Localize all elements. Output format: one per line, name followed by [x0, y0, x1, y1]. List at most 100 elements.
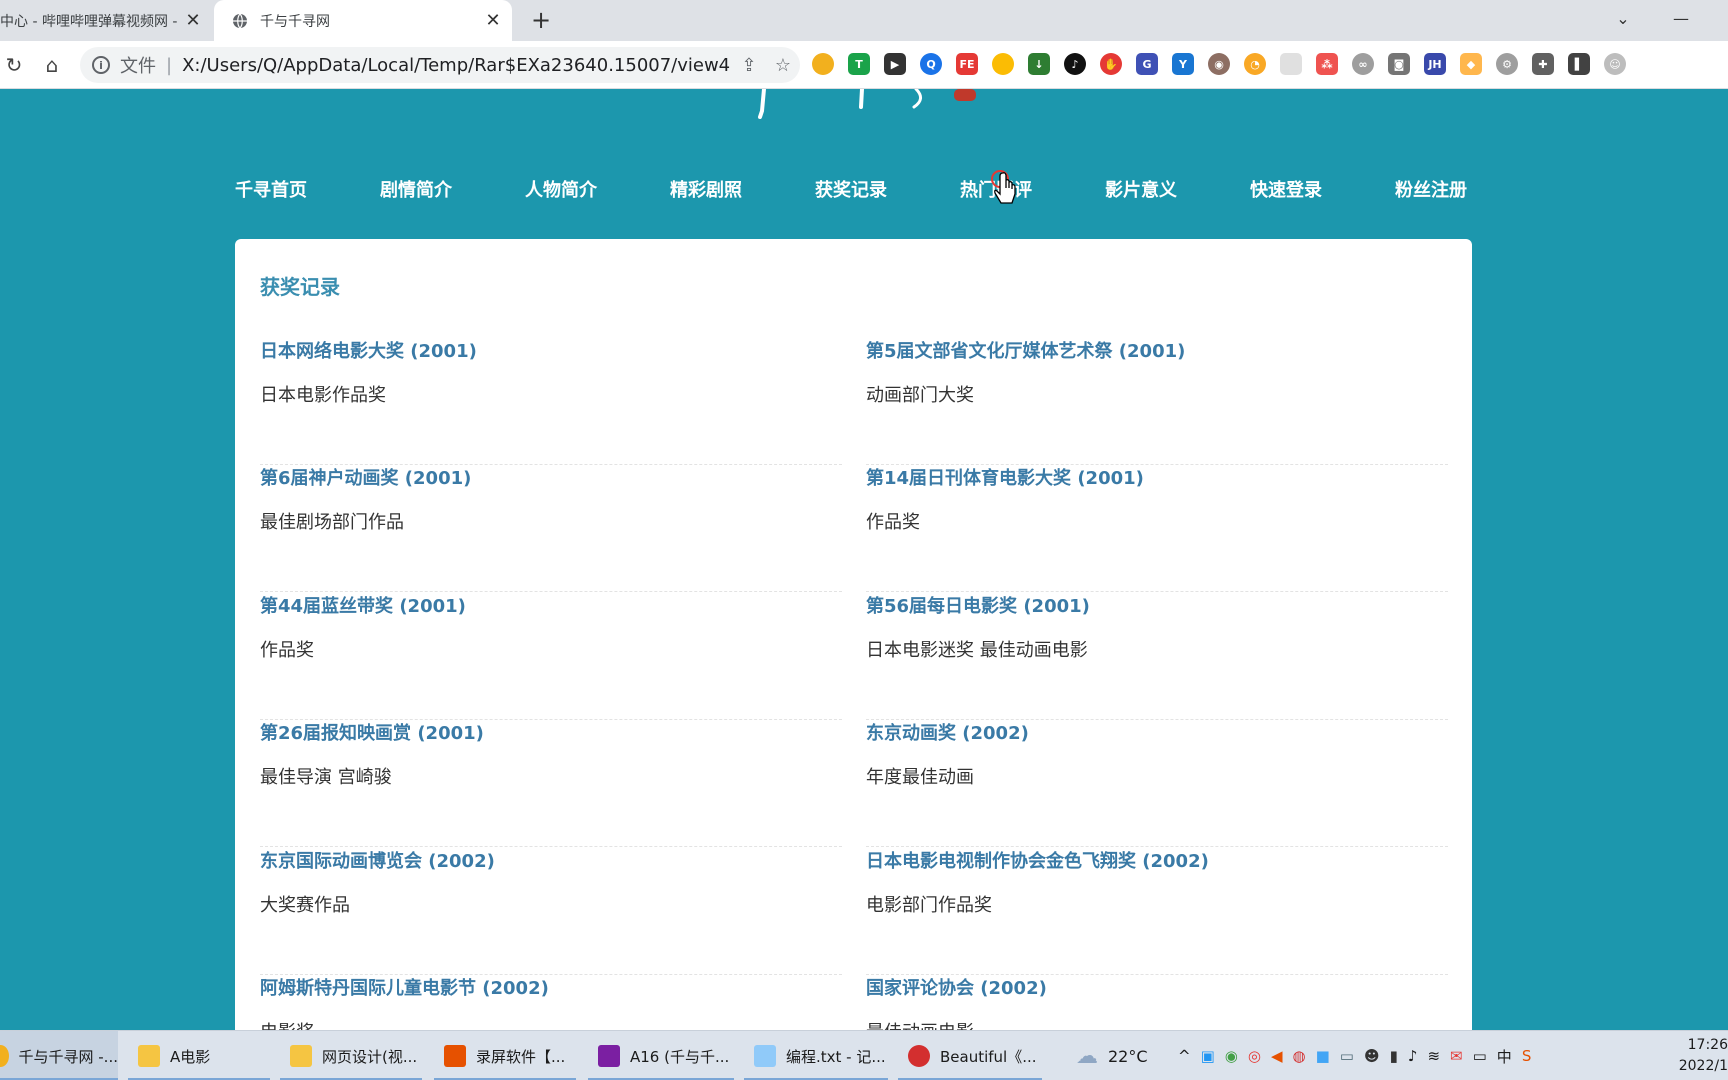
task-chrome[interactable]: 千与千寻网 -...: [0, 1031, 118, 1080]
extension-fe-icon[interactable]: FE: [956, 53, 978, 75]
extension-link-icon[interactable]: ∞: [1352, 53, 1374, 75]
task-recorder[interactable]: 录屏软件【...: [434, 1031, 576, 1080]
extension-blank-icon[interactable]: [1280, 53, 1302, 75]
award-category: 最佳剧场部门作品: [260, 512, 404, 533]
recorder-icon: [444, 1045, 466, 1067]
reload-icon[interactable]: ↻: [0, 51, 28, 79]
extension-download-icon[interactable]: ↓: [1028, 53, 1050, 75]
nav-home[interactable]: 千寻首页: [235, 176, 307, 202]
award-name[interactable]: 东京国际动画博览会 (2002): [260, 847, 495, 873]
nav-awards[interactable]: 获奖记录: [815, 176, 887, 202]
tab-bilibili[interactable]: 中心 - 哔哩哔哩弹幕视频网 - ✕: [0, 0, 212, 41]
task-winrar[interactable]: A16 (千与千...: [588, 1031, 734, 1080]
weather-temp: 22°C: [1108, 1046, 1148, 1066]
task-netease-music[interactable]: Beautiful《...: [898, 1031, 1042, 1080]
address-url[interactable]: X:/Users/Q/AppData/Local/Temp/Rar$EXa236…: [182, 55, 732, 76]
award-name[interactable]: 日本网络电影大奖 (2001): [260, 337, 477, 363]
record-icon[interactable]: ◎: [1248, 1047, 1261, 1065]
share-icon[interactable]: ⇪: [732, 55, 766, 76]
award-name[interactable]: 第44届蓝丝带奖 (2001): [260, 592, 466, 618]
ime-indicator[interactable]: 中: [1497, 1046, 1512, 1067]
avatar[interactable]: ☺: [1604, 53, 1626, 75]
extension-g-icon[interactable]: G: [1136, 53, 1158, 75]
extension-search-icon[interactable]: Q: [920, 53, 942, 75]
award-name[interactable]: 国家评论协会 (2002): [866, 974, 1047, 1000]
award-category: 作品奖: [260, 640, 314, 661]
award-name[interactable]: 第14届日刊体育电影大奖 (2001): [866, 464, 1144, 490]
new-tab-button[interactable]: +: [528, 8, 554, 34]
wifi-icon[interactable]: ≋: [1427, 1047, 1440, 1065]
nav-register[interactable]: 粉丝注册: [1395, 176, 1467, 202]
address-bar[interactable]: i 文件 | X:/Users/Q/AppData/Local/Temp/Rar…: [80, 47, 800, 83]
tab-search-icon[interactable]: ⌄: [1608, 6, 1638, 32]
tray-blue-icon[interactable]: ■: [1316, 1047, 1330, 1065]
clock-time: 17:26: [1687, 1037, 1728, 1053]
tray-red-icon[interactable]: ✉: [1450, 1047, 1463, 1065]
bookmark-star-icon[interactable]: ☆: [766, 55, 800, 76]
extension-gear-icon[interactable]: ⚙: [1496, 53, 1518, 75]
extension-shield-icon[interactable]: T: [848, 53, 870, 75]
extension-yellow-icon[interactable]: ◔: [1244, 53, 1266, 75]
extension-tiktok-icon[interactable]: ♪: [1064, 53, 1086, 75]
award-name[interactable]: 第5届文部省文化厅媒体艺术祭 (2001): [866, 337, 1185, 363]
browser-tab-bar: 中心 - 哔哩哔哩弹幕视频网 - ✕ 千与千寻网 ✕ + ⌄ —: [0, 0, 1728, 41]
close-icon[interactable]: ✕: [482, 10, 504, 32]
volume-icon[interactable]: ♪: [1408, 1047, 1418, 1065]
task-folder-a-movie[interactable]: A电影: [128, 1031, 270, 1080]
award-item: 第26届报知映画赏 (2001) 最佳导演 宫崎骏: [260, 719, 842, 847]
award-item: 第6届神户动画奖 (2001) 最佳剧场部门作品: [260, 464, 842, 592]
award-name[interactable]: 东京动画奖 (2002): [866, 719, 1029, 745]
award-name[interactable]: 日本电影电视制作协会金色飞翔奖 (2002): [866, 847, 1209, 873]
battery-icon[interactable]: ▭: [1473, 1047, 1487, 1065]
cloud-icon: ☁: [1076, 1043, 1098, 1069]
clock[interactable]: 17:26 2022/1: [1668, 1035, 1728, 1077]
wechat-icon[interactable]: ◉: [1225, 1047, 1238, 1065]
address-separator: |: [166, 54, 173, 76]
chrome-icon: [0, 1045, 9, 1067]
qq-icon[interactable]: ☻: [1364, 1047, 1380, 1065]
home-icon[interactable]: ⌂: [38, 51, 66, 79]
award-category: 最佳导演 宫崎骏: [260, 767, 392, 788]
site-logo: [758, 89, 976, 119]
netease-tray-icon[interactable]: ◍: [1293, 1047, 1306, 1065]
clock-date: 2022/1: [1678, 1058, 1728, 1074]
extension-circle-icon[interactable]: [992, 53, 1014, 75]
nav-login[interactable]: 快速登录: [1250, 176, 1322, 202]
award-item: 第56届每日电影奖 (2001) 日本电影迷奖 最佳动画电影: [866, 592, 1448, 720]
extension-orange-icon[interactable]: ◆: [1460, 53, 1482, 75]
side-panel-icon[interactable]: ▌: [1568, 53, 1590, 75]
extension-y-icon[interactable]: Y: [1172, 53, 1194, 75]
task-folder-web-design[interactable]: 网页设计(视...: [280, 1031, 422, 1080]
extension-chrome-icon[interactable]: [812, 53, 834, 75]
tray-monitor-icon[interactable]: ▭: [1340, 1047, 1354, 1065]
extension-tree-icon[interactable]: ⁂: [1316, 53, 1338, 75]
nav-plot[interactable]: 剧情简介: [380, 176, 452, 202]
speaker-app-icon[interactable]: ◀: [1271, 1047, 1283, 1065]
close-icon[interactable]: ✕: [182, 10, 204, 32]
sogou-icon[interactable]: S: [1522, 1047, 1532, 1065]
award-name[interactable]: 第56届每日电影奖 (2001): [866, 592, 1090, 618]
windows-taskbar: 千与千寻网 -... A电影 网页设计(视... 录屏软件【... A16 (千…: [0, 1030, 1728, 1080]
task-notepad[interactable]: 编程.txt - 记...: [744, 1031, 888, 1080]
award-name[interactable]: 第6届神户动画奖 (2001): [260, 464, 471, 490]
chevron-up-icon[interactable]: ^: [1178, 1047, 1191, 1065]
extension-jh-icon[interactable]: JH: [1424, 53, 1446, 75]
extension-face-icon[interactable]: ◉: [1208, 53, 1230, 75]
award-name[interactable]: 阿姆斯特丹国际儿童电影节 (2002): [260, 974, 549, 1000]
nav-meaning[interactable]: 影片意义: [1105, 176, 1177, 202]
award-category: 日本电影迷奖 最佳动画电影: [866, 640, 1088, 661]
winrar-icon: [598, 1045, 620, 1067]
weather-widget[interactable]: ☁ 22°C: [1076, 1031, 1148, 1080]
extensions-puzzle-icon[interactable]: ✚: [1532, 53, 1554, 75]
award-name[interactable]: 第26届报知映画赏 (2001): [260, 719, 484, 745]
bookmark-tray-icon[interactable]: ▮: [1390, 1047, 1398, 1065]
extension-dark-icon[interactable]: ▶: [884, 53, 906, 75]
camera-icon[interactable]: ◙: [1388, 53, 1410, 75]
extension-stop-icon[interactable]: ✋: [1100, 53, 1122, 75]
tray-app-icon[interactable]: ▣: [1201, 1047, 1215, 1065]
nav-characters[interactable]: 人物简介: [525, 176, 597, 202]
nav-stills[interactable]: 精彩剧照: [670, 176, 742, 202]
tab-qianxun[interactable]: 千与千寻网 ✕: [214, 0, 512, 41]
minimize-button[interactable]: —: [1666, 6, 1696, 32]
info-icon[interactable]: i: [92, 56, 110, 74]
